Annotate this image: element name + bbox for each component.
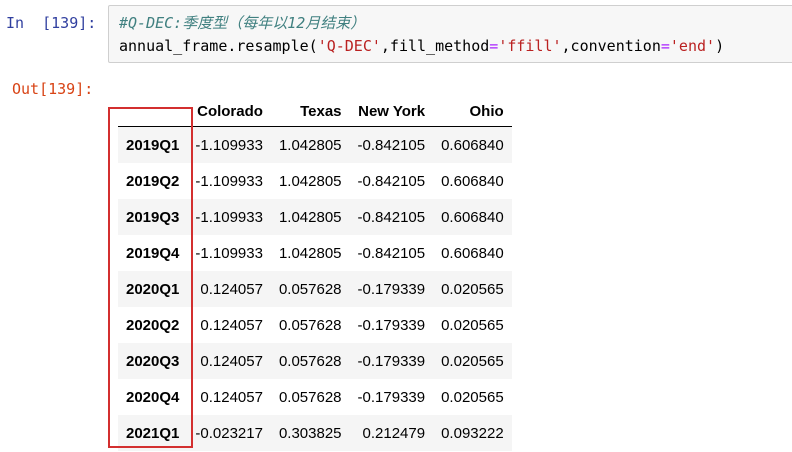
table-cell: -0.023217 [195,424,263,442]
table-cell: -0.842105 [357,208,426,226]
table-cell: 1.042805 [278,172,342,190]
code-arg-rule: 'Q-DEC' [317,37,381,55]
table-cell: 0.303825 [278,424,342,442]
table-cell: 0.020565 [441,280,504,298]
column-header: Ohio [469,102,504,120]
code-eq-2: = [660,37,670,55]
table-cell: -1.109933 [195,244,263,262]
code-arg-convention: 'end' [669,37,716,55]
table-cell: 0.606840 [441,244,504,262]
column-header: New York [358,102,426,120]
table-cell: -0.842105 [357,172,426,190]
table-cell: 0.057628 [278,280,342,298]
table-cell: 0.057628 [278,388,342,406]
table-cell: 0.606840 [441,136,504,154]
table-cell: 0.124057 [200,388,263,406]
table-cell: 0.124057 [200,280,263,298]
input-prompt: In [139]: [6,14,97,32]
column-header: Texas [300,102,342,120]
table-cell: 0.057628 [278,352,342,370]
code-arg-fill: 'ffill' [498,37,562,55]
table-cell: 1.042805 [278,208,342,226]
table-cell: 1.042805 [278,136,342,154]
output-prompt: Out[139]: [12,80,94,98]
code-kw-fill: ,fill_method [380,37,490,55]
table-cell: -1.109933 [195,208,263,226]
table-cell: 0.020565 [441,316,504,334]
table-cell: -0.179339 [357,352,426,370]
code-eq-1: = [489,37,499,55]
table-cell: -0.842105 [357,244,426,262]
code-call: annual_frame.resample( [119,37,318,55]
table-cell: 0.606840 [441,172,504,190]
table-cell: -0.179339 [357,280,426,298]
table-cell: 0.057628 [278,316,342,334]
code-text[interactable]: #Q-DEC:季度型（每年以12月结束） annual_frame.resamp… [119,12,724,58]
code-comment: #Q-DEC:季度型（每年以12月结束） [119,14,366,32]
table-cell: 0.020565 [441,352,504,370]
table-cell: -0.842105 [357,136,426,154]
code-cell-input[interactable]: #Q-DEC:季度型（每年以12月结束） annual_frame.resamp… [108,5,792,63]
code-kw-convention: ,convention [561,37,661,55]
table-cell: -1.109933 [195,136,263,154]
table-cell: 0.212479 [362,424,426,442]
table-cell: 0.093222 [441,424,504,442]
table-cell: 1.042805 [278,244,342,262]
column-header: Colorado [197,102,263,120]
index-highlight-box [108,107,193,448]
table-cell: 0.124057 [200,316,263,334]
table-cell: 0.606840 [441,208,504,226]
table-cell: 0.124057 [200,352,263,370]
table-cell: 0.020565 [441,388,504,406]
code-close: ) [715,37,725,55]
table-cell: -1.109933 [195,172,263,190]
table-cell: -0.179339 [357,316,426,334]
table-cell: -0.179339 [357,388,426,406]
